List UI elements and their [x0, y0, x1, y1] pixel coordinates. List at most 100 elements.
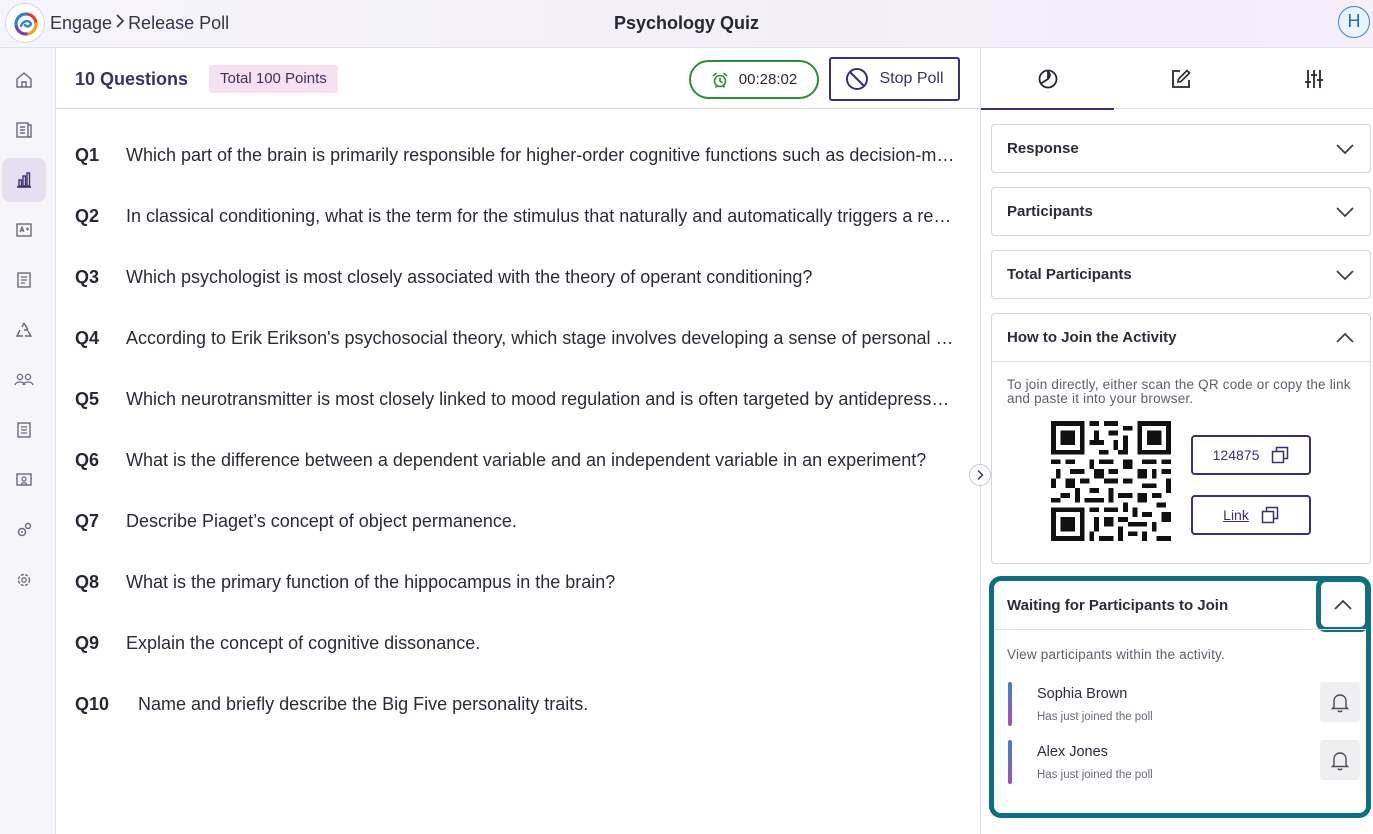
participant-name: Alex Jones	[1037, 744, 1108, 760]
question-row[interactable]: Q5 Which neurotransmitter is most closel…	[75, 384, 955, 414]
join-accordion-header[interactable]: How to Join the Activity	[992, 314, 1370, 361]
logo-icon	[14, 12, 38, 36]
quiz-header: 10 Questions Total 100 Points 00:28:02 S…	[56, 48, 980, 109]
sidebar-item-content[interactable]	[2, 108, 46, 152]
question-number: Q8	[75, 571, 100, 592]
stop-poll-button[interactable]: Stop Poll	[829, 57, 960, 101]
alarm-clock-icon	[712, 72, 728, 88]
breadcrumb-engage[interactable]: Engage	[50, 13, 112, 34]
recycle-icon	[15, 322, 33, 337]
stop-poll-label: Stop Poll	[879, 70, 944, 87]
question-number: Q1	[75, 144, 100, 165]
question-text: What is the primary function of the hipp…	[126, 571, 616, 592]
sidebar-item-recycle[interactable]	[2, 308, 46, 352]
poll-timer: 00:28:02	[689, 60, 819, 99]
join-link: Link	[1223, 507, 1249, 523]
chevron-down-icon	[1336, 143, 1354, 154]
waiting-title: Waiting for Participants to Join	[1007, 596, 1229, 614]
question-text: Explain the concept of cognitive dissona…	[126, 632, 481, 653]
bell-icon	[1330, 694, 1350, 713]
question-row[interactable]: Q8 What is the primary function of the h…	[75, 567, 955, 597]
sliders-icon	[1304, 69, 1323, 88]
question-text: In classical conditioning, what is the t…	[126, 205, 955, 226]
total-participants-accordion[interactable]: Total Participants	[991, 250, 1371, 299]
participant-item: Alex Jones Has just joined the poll	[1008, 740, 1360, 786]
chevron-right-icon	[977, 469, 984, 481]
question-row[interactable]: Q7 Describe Piaget’s concept of object p…	[75, 506, 955, 536]
points-badge: Total 100 Points	[209, 65, 338, 93]
settings-icon	[17, 573, 31, 587]
waiting-participants-accordion: Waiting for Participants to Join View pa…	[989, 576, 1371, 818]
question-text: Which psychologist is most closely assoc…	[126, 266, 813, 287]
qr-code	[1051, 421, 1171, 541]
participant-status: Has just joined the poll	[1037, 711, 1153, 723]
integrations-icon	[17, 522, 32, 537]
join-code: 124875	[1212, 447, 1260, 463]
participants-accordion[interactable]: Participants	[991, 187, 1371, 236]
sidebar-item-users[interactable]	[2, 358, 46, 402]
response-title: Response	[1007, 140, 1079, 157]
question-row[interactable]: Q6 What is the difference between a depe…	[75, 445, 955, 475]
grades-icon	[16, 223, 32, 237]
participant-name: Sophia Brown	[1037, 686, 1128, 702]
expand-panel-button[interactable]	[969, 464, 991, 486]
timer-value: 00:28:02	[738, 71, 798, 88]
question-row[interactable]: Q4 According to Erik Erikson's psychosoc…	[75, 323, 955, 353]
tab-edit[interactable]	[1114, 48, 1247, 109]
sidebar	[0, 48, 56, 834]
chevron-down-icon	[1336, 269, 1354, 280]
collapse-waiting-button[interactable]	[1316, 577, 1370, 632]
list-icon	[17, 422, 31, 438]
join-hint: To join directly, either scan the QR cod…	[1007, 377, 1351, 406]
question-text: Which part of the brain is primarily res…	[126, 144, 955, 165]
chevron-right-icon	[115, 13, 125, 34]
sidebar-item-list[interactable]	[2, 408, 46, 452]
participant-accent-bar	[1008, 740, 1012, 784]
user-avatar[interactable]: H	[1338, 6, 1370, 38]
app-logo[interactable]	[5, 3, 45, 43]
sidebar-item-classroom[interactable]	[2, 458, 46, 502]
waiting-hint: View participants within the activity.	[1007, 647, 1225, 662]
question-number: Q9	[75, 632, 100, 653]
sidebar-item-analytics[interactable]	[2, 158, 46, 202]
sidebar-item-settings[interactable]	[2, 558, 46, 602]
bell-icon	[1330, 752, 1350, 771]
tab-results[interactable]	[981, 48, 1114, 110]
content-icon	[16, 122, 32, 138]
chevron-down-icon	[1336, 206, 1354, 217]
tab-settings[interactable]	[1247, 48, 1373, 109]
question-row[interactable]: Q3 Which psychologist is most closely as…	[75, 262, 955, 292]
reports-icon	[17, 272, 31, 288]
edit-icon	[1171, 68, 1191, 88]
top-bar: Engage Release Poll Psychology Quiz H	[0, 0, 1373, 48]
pie-chart-icon	[1038, 69, 1057, 88]
question-number: Q4	[75, 327, 100, 348]
classroom-icon	[16, 473, 32, 486]
question-row[interactable]: Q10 Name and briefly describe the Big Fi…	[75, 689, 955, 719]
question-count: 10 Questions	[75, 69, 189, 89]
copy-icon	[1261, 506, 1279, 524]
question-number: Q3	[75, 266, 100, 287]
participant-accent-bar	[1008, 682, 1012, 726]
notify-participant-button[interactable]	[1320, 740, 1360, 780]
question-number: Q10	[75, 693, 110, 714]
stop-icon	[846, 68, 869, 90]
response-accordion[interactable]: Response	[991, 124, 1371, 173]
question-number: Q7	[75, 510, 100, 531]
question-text: Which neurotransmitter is most closely l…	[126, 388, 955, 409]
panel-divider	[980, 48, 981, 834]
copy-code-button[interactable]: 124875	[1191, 435, 1311, 475]
question-row[interactable]: Q1 Which part of the brain is primarily …	[75, 140, 955, 170]
sidebar-item-reports[interactable]	[2, 258, 46, 302]
sidebar-item-home[interactable]	[2, 58, 46, 102]
notify-participant-button[interactable]	[1320, 682, 1360, 722]
sidebar-item-grades[interactable]	[2, 208, 46, 252]
copy-link-button[interactable]: Link	[1191, 495, 1311, 535]
question-row[interactable]: Q2 In classical conditioning, what is th…	[75, 201, 955, 231]
question-row[interactable]: Q9 Explain the concept of cognitive diss…	[75, 628, 955, 658]
question-text: According to Erik Erikson's psychosocial…	[126, 327, 955, 348]
question-text: What is the difference between a depende…	[126, 449, 927, 470]
question-text: Describe Piaget’s concept of object perm…	[126, 510, 517, 531]
sidebar-item-integrations[interactable]	[2, 508, 46, 552]
join-title: How to Join the Activity	[1007, 329, 1177, 346]
